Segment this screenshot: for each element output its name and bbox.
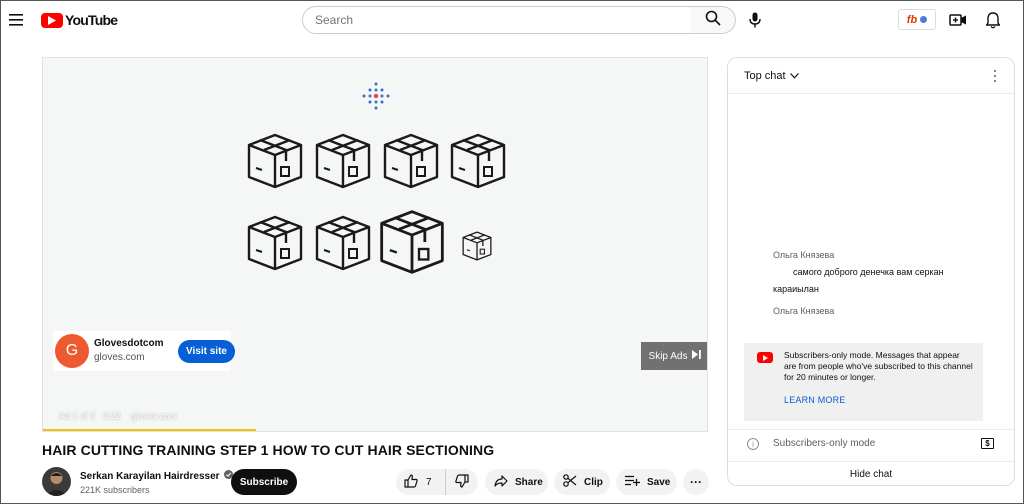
chat-input-placeholder: Subscribers-only mode [773,438,876,449]
chat-message[interactable]: Ольга Князева [773,303,988,320]
scissors-icon [563,474,577,490]
like-button[interactable]: 7 [396,469,446,495]
ad-progress-track[interactable] [43,429,707,431]
ad-domain-overlay[interactable]: gloves.com [131,411,177,421]
status-dot-icon [920,16,928,23]
box-icon [315,215,371,271]
visit-site-button[interactable]: Visit site [178,340,235,363]
youtube-logo[interactable]: YouTube [41,11,118,29]
chat-message-author: Ольга Князева [773,250,835,260]
chat-message[interactable]: Ольга Князева самого доброго денечка вам… [773,247,988,298]
super-chat-dollar-icon[interactable]: $ [981,438,994,449]
ad-info-bar: Ad 1 of 2 · 0:22 gloves.com [59,411,177,421]
extension-badge-text: fb [906,13,918,26]
save-label: Save [647,476,671,488]
chat-more-options-icon[interactable] [990,68,1000,84]
video-player[interactable]: G Glovesdotcom gloves.com Visit site Ski… [42,57,708,432]
chevron-down-icon [789,70,799,82]
skip-next-icon [692,350,702,362]
box-icon [247,215,303,271]
like-count: 7 [426,476,432,488]
top-chat-selector[interactable]: Top chat [744,70,799,82]
logo-text: YouTube [65,12,118,28]
channel-name: Serkan Karayilan Hairdresser [80,470,220,482]
clip-button[interactable]: Clip [554,469,610,495]
skip-ads-button[interactable]: Skip Ads [641,342,707,370]
menu-icon[interactable] [6,10,26,30]
share-label: Share [515,476,543,488]
ad-advertiser-card[interactable]: G Glovesdotcom gloves.com Visit site [53,331,235,371]
like-dislike-group: 7 [396,469,478,495]
chat-input-row: i Subscribers-only mode $ [728,429,1014,461]
box-icon [247,133,303,189]
extension-badge[interactable]: fb [898,9,936,30]
playlist-add-icon [625,475,640,489]
clip-label: Clip [584,476,603,488]
chat-header-title: Top chat [744,70,786,82]
advertiser-name: Glovesdotcom [94,338,164,349]
loading-dots-icon [360,81,392,113]
subscribe-button[interactable]: Subscribe [231,469,297,495]
more-actions-button[interactable]: ··· [683,469,709,495]
search-box[interactable] [302,6,691,34]
chat-header: Top chat [728,58,1014,94]
youtube-play-icon [41,12,63,28]
box-icon [315,133,371,189]
thumbs-up-icon [404,473,418,491]
search-input[interactable] [315,8,685,32]
subscriber-count: 221K subscribers [80,485,150,495]
channel-avatar[interactable] [42,467,71,496]
dislike-button[interactable] [446,469,478,495]
subscribers-only-notice: Subscribers-only mode. Messages that app… [744,343,983,421]
thumbs-down-icon [455,473,469,491]
video-title: HAIR CUTTING TRAINING STEP 1 HOW TO CUT … [42,442,495,458]
notifications-bell-icon[interactable] [983,10,1003,30]
hide-chat-label: Hide chat [849,469,893,480]
channel-name-row[interactable]: Serkan Karayilan Hairdresser [80,470,233,482]
ad-counter: Ad 1 of 2 · 0:22 [59,411,121,421]
chat-message-text: самого доброго денечка вам серкан караиы… [773,267,944,294]
save-button[interactable]: Save [616,469,677,495]
advertiser-avatar: G [55,334,89,368]
share-button[interactable]: Share [485,469,548,495]
create-video-icon[interactable] [948,10,968,30]
more-horizontal-icon: ··· [690,475,702,489]
advertiser-domain: gloves.com [94,352,145,363]
box-icon-small [462,231,492,261]
microphone-icon[interactable] [745,10,765,30]
hide-chat-button[interactable]: Hide chat [728,461,1014,485]
share-arrow-icon [494,474,508,490]
learn-more-link[interactable]: LEARN MORE [784,395,846,405]
info-icon[interactable]: i [747,438,759,450]
search-icon [705,10,721,31]
live-chat-panel: Top chat Ольга Князева самого доброго де… [727,57,1015,486]
box-icon [450,133,506,189]
notice-text: Subscribers-only mode. Messages that app… [784,350,973,382]
skip-ads-label: Skip Ads [648,350,688,362]
chat-message-author: Ольга Князева [773,306,835,316]
youtube-brand-icon [757,352,773,363]
search-button[interactable] [690,6,736,34]
box-icon [383,133,439,189]
ad-progress-fill [43,429,257,431]
box-icon [380,210,444,274]
